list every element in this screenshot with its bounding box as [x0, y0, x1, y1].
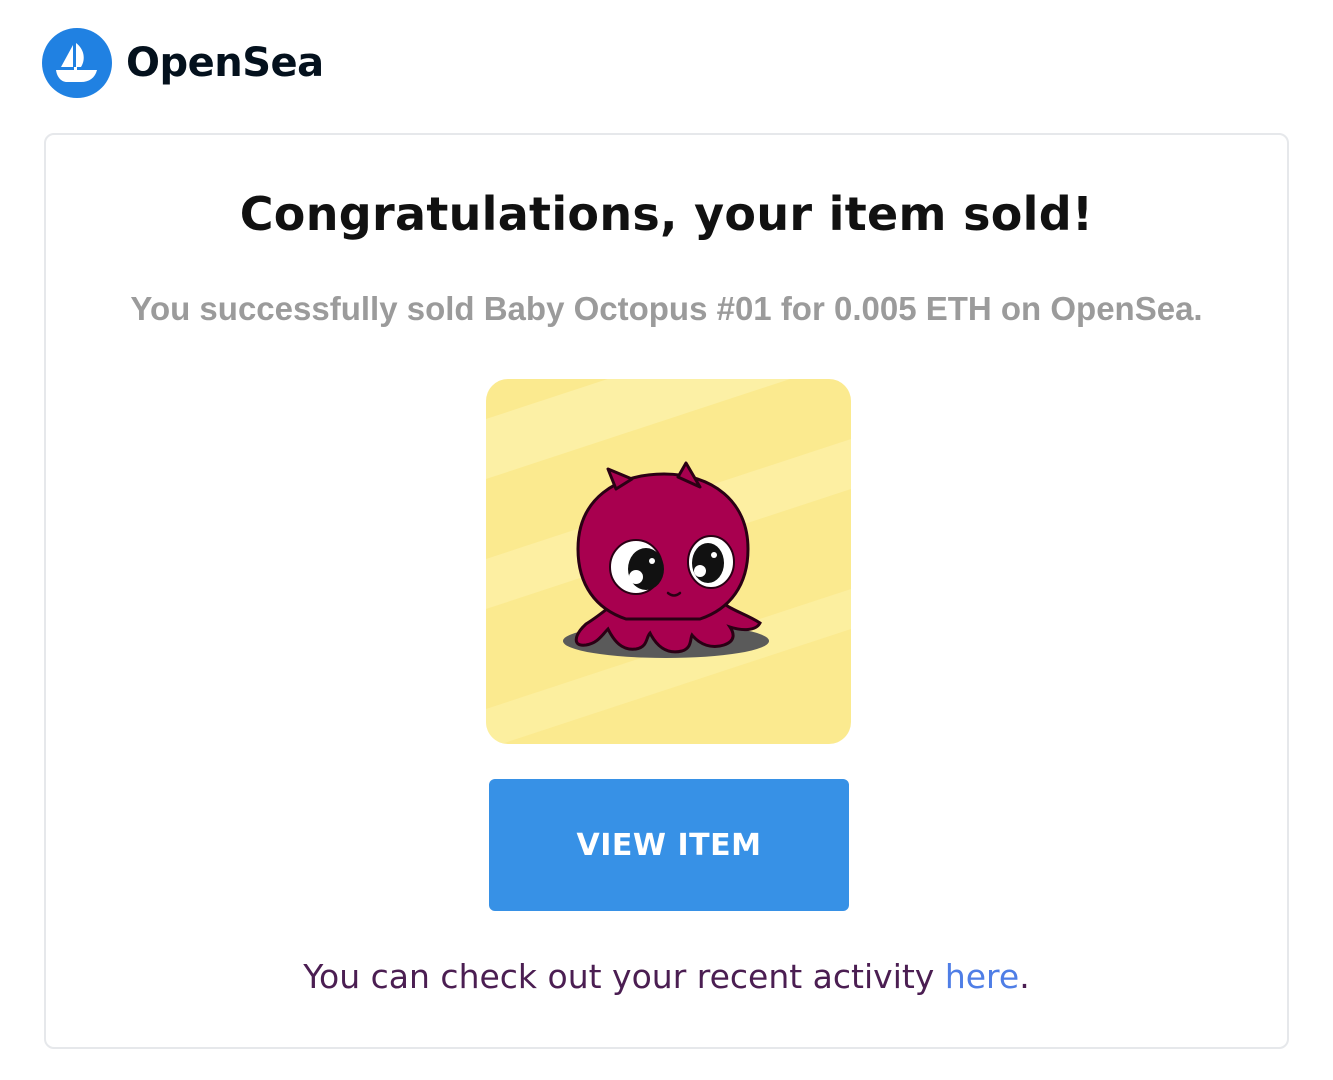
recent-activity-period: .: [1019, 957, 1030, 996]
baby-octopus-icon: [486, 379, 851, 744]
email-page: OpenSea Congratulations, your item sold!…: [0, 0, 1333, 1080]
item-image[interactable]: [486, 379, 851, 744]
sale-notification-card: Congratulations, your item sold! You suc…: [44, 133, 1289, 1049]
recent-activity-text: You can check out your recent activity: [303, 957, 945, 996]
headline: Congratulations, your item sold!: [239, 187, 1094, 241]
sale-message: You successfully sold Baby Octopus #01 f…: [130, 290, 1203, 327]
recent-activity-link[interactable]: here: [945, 957, 1019, 996]
view-item-button[interactable]: VIEW ITEM: [489, 779, 849, 911]
recent-activity-note: You can check out your recent activity h…: [46, 957, 1287, 996]
brand-name: OpenSea: [126, 40, 324, 86]
brand-header[interactable]: OpenSea: [42, 28, 324, 98]
opensea-boat-icon: [42, 28, 112, 98]
